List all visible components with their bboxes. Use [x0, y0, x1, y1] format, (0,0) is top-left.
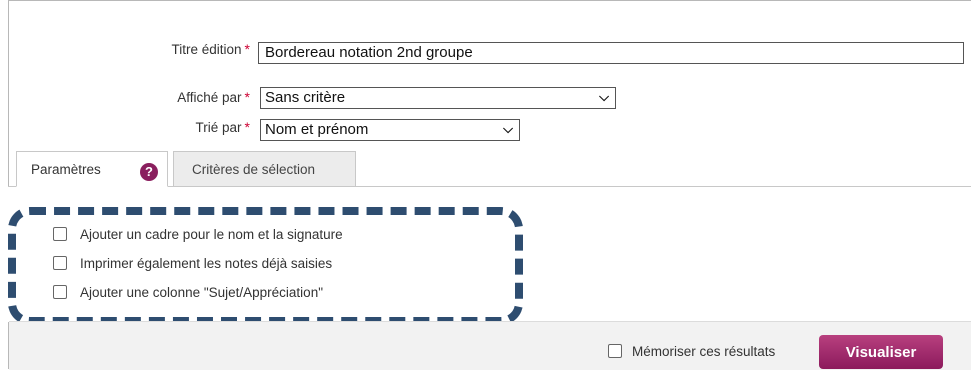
required-marker: * — [244, 41, 250, 57]
chevron-down-icon: ⌵ — [599, 89, 609, 104]
checkbox[interactable] — [608, 344, 622, 359]
title-input-value: Bordereau notation 2nd groupe — [265, 44, 473, 61]
highlight-dashed-frame — [8, 207, 523, 325]
sorted-by-label: Trié par * — [195, 119, 250, 135]
required-marker: * — [244, 89, 250, 105]
tab-criteres-label: Critères de sélection — [192, 162, 316, 177]
displayed-by-select[interactable]: Sans critère ⌵ — [260, 87, 616, 109]
title-input[interactable]: Bordereau notation 2nd groupe — [258, 42, 964, 64]
sorted-by-value: Nom et prénom — [265, 121, 369, 138]
remember-label: Mémoriser ces résultats — [632, 344, 776, 359]
title-label: Titre édition * — [171, 41, 250, 57]
sorted-by-select[interactable]: Nom et prénom ⌵ — [260, 119, 520, 141]
displayed-by-label: Affiché par * — [177, 89, 250, 105]
tab-criteres-selection[interactable]: Critères de sélection — [173, 151, 356, 187]
displayed-by-value: Sans critère — [265, 89, 346, 106]
required-marker: * — [244, 119, 250, 135]
tab-parametres-label: Paramètres — [31, 162, 101, 177]
visualize-button[interactable]: Visualiser — [819, 335, 943, 369]
chevron-down-icon: ⌵ — [503, 121, 513, 136]
help-icon[interactable]: ? — [140, 163, 158, 181]
remember-results[interactable]: Mémoriser ces résultats — [608, 344, 775, 359]
tab-parametres[interactable]: Paramètres ? — [16, 151, 168, 187]
